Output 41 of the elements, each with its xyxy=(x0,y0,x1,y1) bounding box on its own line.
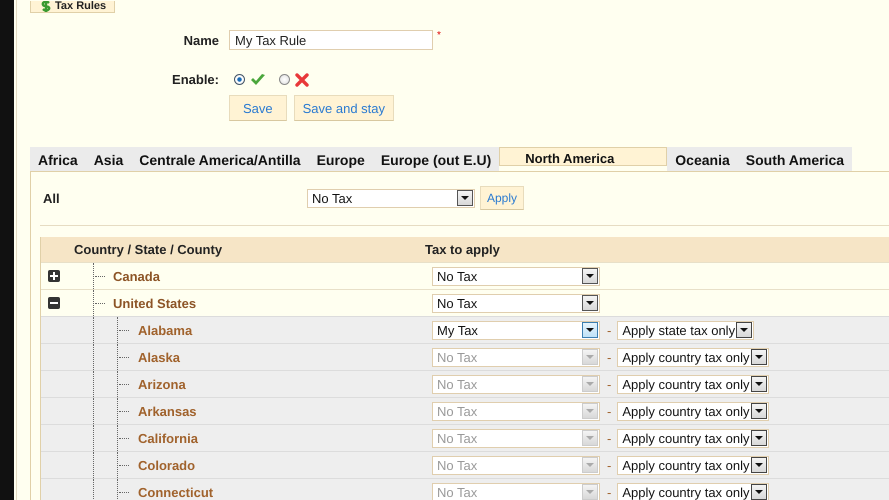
country-name[interactable]: Canada xyxy=(113,268,160,284)
radio-button[interactable] xyxy=(234,74,245,85)
region-tab[interactable]: Asia xyxy=(86,147,132,171)
separator: - xyxy=(607,376,612,392)
separator: - xyxy=(607,350,612,364)
cross-icon xyxy=(295,72,309,86)
section-title: Tax Rules xyxy=(55,1,106,11)
separator: - xyxy=(607,458,612,472)
expand-toggle[interactable] xyxy=(48,270,60,282)
radio-button[interactable] xyxy=(279,74,290,85)
region-tab[interactable]: Europe (out E.U) xyxy=(372,147,500,171)
separator: - xyxy=(607,404,612,418)
save-button[interactable]: Save xyxy=(229,95,287,121)
separator: - xyxy=(607,322,612,338)
dollar-icon xyxy=(41,0,51,12)
separator: - xyxy=(607,484,612,500)
region-tab[interactable]: Oceania xyxy=(667,147,738,171)
behavior-select[interactable]: Apply state tax only xyxy=(617,320,754,340)
required-mark: * xyxy=(437,30,441,41)
all-label: All xyxy=(42,190,61,206)
tax-select[interactable]: No Tax xyxy=(432,294,600,312)
region-tab[interactable]: Africa xyxy=(30,147,86,171)
column-header: Country / State / County xyxy=(73,242,224,257)
name-field[interactable]: My Tax Rule xyxy=(229,30,433,50)
country-name[interactable]: United States xyxy=(113,296,196,310)
region-tab[interactable]: North America xyxy=(499,147,668,166)
state-name[interactable]: Alabama xyxy=(138,322,192,338)
enable-label: Enable: xyxy=(171,72,220,87)
expand-toggle[interactable] xyxy=(48,297,60,309)
separator: - xyxy=(607,430,612,446)
check-icon xyxy=(250,73,266,86)
region-tab[interactable]: Centrale America/Antilla xyxy=(131,147,309,171)
tax-select[interactable]: No Tax xyxy=(432,266,600,286)
region-tab[interactable]: Europe xyxy=(308,147,373,171)
name-label: Name xyxy=(182,32,220,48)
tax-select[interactable]: My Tax xyxy=(432,320,600,340)
column-header: Tax to apply xyxy=(425,242,500,257)
apply-button[interactable]: Apply xyxy=(480,186,524,210)
save-button[interactable]: Save and stay xyxy=(294,95,394,121)
tax-select[interactable]: No Tax xyxy=(307,188,475,208)
region-tab[interactable]: South America xyxy=(738,147,852,171)
